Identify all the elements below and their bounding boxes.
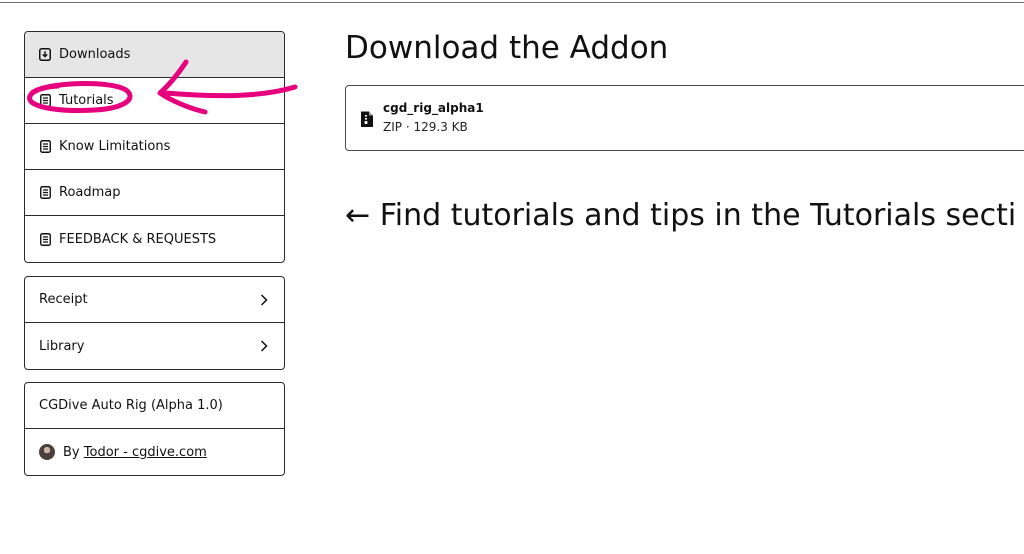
file-type: ZIP — [383, 120, 402, 134]
sidebar-nav: Downloads Tutorials Know Limitations Roa… — [24, 31, 285, 263]
library-link[interactable]: Library — [25, 323, 284, 369]
chevron-right-icon — [260, 339, 270, 353]
zip-file-icon — [360, 110, 374, 128]
sidebar-item-feedback-requests[interactable]: FEEDBACK & REQUESTS — [25, 216, 284, 262]
chevron-right-icon — [260, 293, 270, 307]
document-icon — [39, 140, 51, 154]
document-icon — [39, 186, 51, 200]
author-link[interactable]: Todor - cgdive.com — [84, 445, 207, 460]
arrow-left-icon: ← — [345, 198, 371, 233]
account-links: Receipt Library — [24, 276, 285, 370]
product-info: CGDive Auto Rig (Alpha 1.0) By Todor - c… — [24, 382, 285, 476]
top-divider — [0, 2, 1024, 3]
avatar — [39, 444, 55, 460]
file-name: cgd_rig_alpha1 — [383, 101, 484, 115]
document-icon — [39, 94, 51, 108]
library-label: Library — [39, 338, 85, 354]
receipt-link[interactable]: Receipt — [25, 277, 284, 323]
file-meta: ZIP · 129.3 KB — [383, 120, 468, 134]
sidebar-item-know-limitations[interactable]: Know Limitations — [25, 124, 284, 170]
author-row: By Todor - cgdive.com — [25, 429, 284, 475]
by-prefix: By — [63, 444, 80, 460]
product-name: CGDive Auto Rig (Alpha 1.0) — [39, 398, 223, 413]
download-file-card[interactable]: cgd_rig_alpha1 ZIP · 129.3 KB — [345, 85, 1024, 151]
tip-text: Find tutorials and tips in the Tutorials… — [379, 198, 1017, 233]
author-byline: By Todor - cgdive.com — [63, 445, 207, 460]
sidebar-item-roadmap[interactable]: Roadmap — [25, 170, 284, 216]
sidebar-item-label: Roadmap — [59, 185, 121, 200]
sidebar-item-downloads[interactable]: Downloads — [25, 32, 284, 78]
sidebar-item-tutorials[interactable]: Tutorials — [25, 78, 284, 124]
page-title: Download the Addon — [345, 30, 669, 66]
sidebar-item-label: Know Limitations — [59, 139, 171, 154]
product-name-row: CGDive Auto Rig (Alpha 1.0) — [25, 383, 284, 429]
download-box-icon — [39, 48, 51, 62]
receipt-label: Receipt — [39, 292, 88, 307]
sidebar-item-label: Downloads — [59, 47, 131, 62]
sidebar-item-label: FEEDBACK & REQUESTS — [59, 231, 217, 247]
tutorials-tip: ← Find tutorials and tips in the Tutoria… — [345, 198, 1016, 233]
sidebar-item-label: Tutorials — [59, 93, 114, 108]
meta-separator: · — [405, 120, 410, 134]
file-size: 129.3 KB — [413, 120, 468, 134]
document-icon — [39, 232, 51, 246]
